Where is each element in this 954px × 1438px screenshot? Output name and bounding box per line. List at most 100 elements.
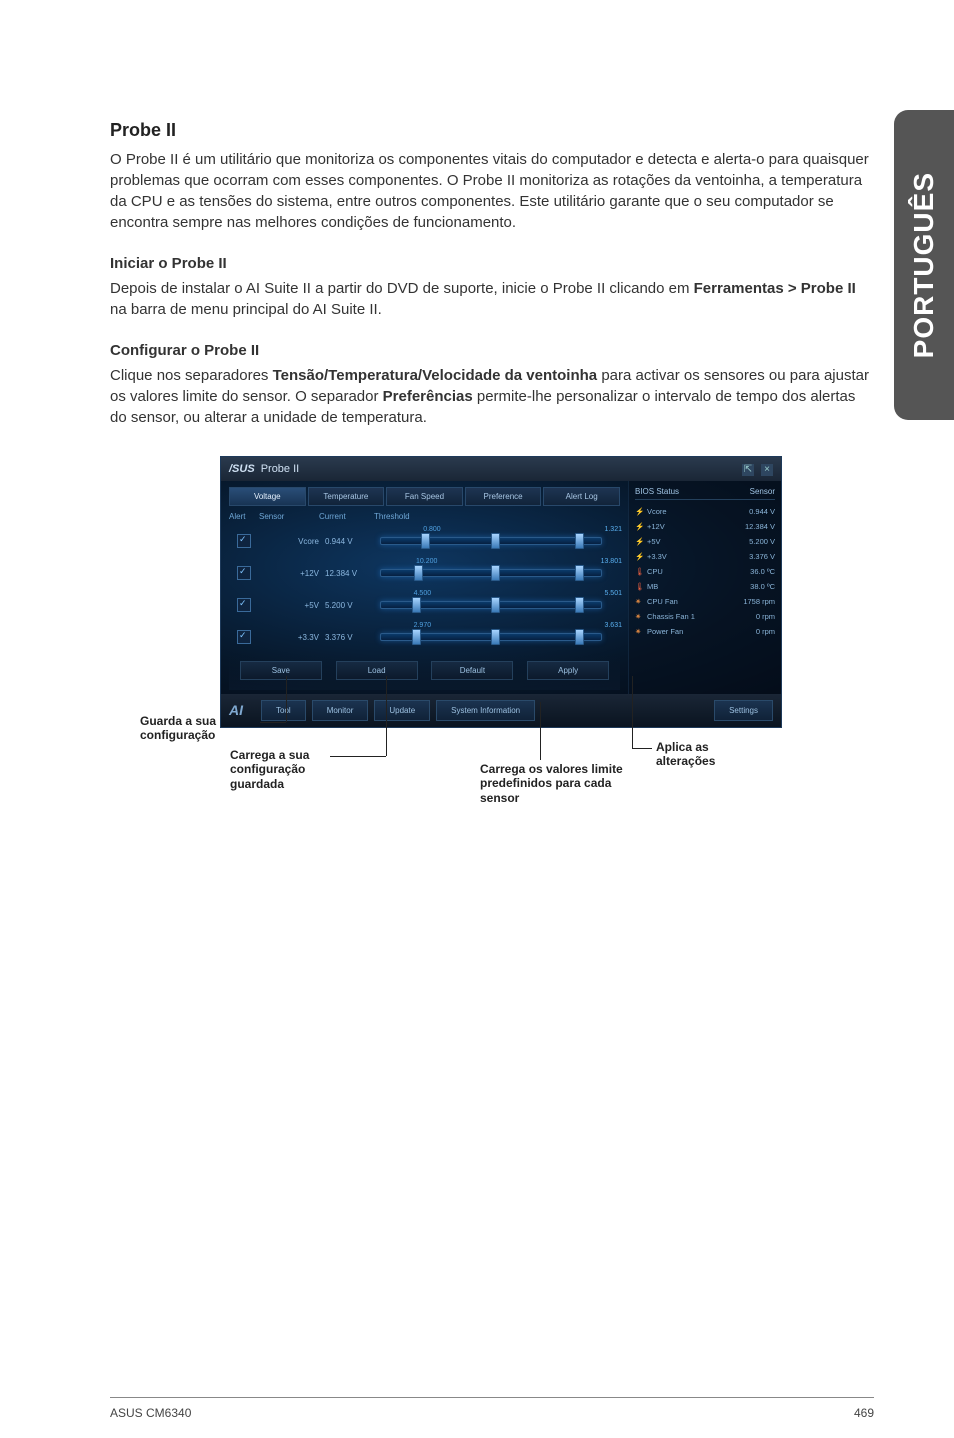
titlebar: /SUS Probe II ⇱ × [221,457,781,481]
tab-temperature[interactable]: Temperature [308,487,385,506]
status-row: ✷Power Fan 0 rpm [635,624,775,639]
status-icon: ✷ [635,597,644,606]
status-name: CPU [647,567,663,576]
status-row: ✷Chassis Fan 1 0 rpm [635,609,775,624]
sensor-value: 5.200 V [325,601,380,610]
tab-preference[interactable]: Preference [465,487,542,506]
sensor-name: Vcore [259,537,325,546]
tabs-name: Tensão/Temperatura/Velocidade da ventoin… [273,367,598,384]
language-label: PORTUGUÊS [908,172,940,358]
footer-sysinfo[interactable]: System Information [436,700,535,721]
footer-monitor[interactable]: Monitor [312,700,369,721]
col-sensor: Sensor [259,512,319,521]
screenshot: /SUS Probe II ⇱ × Voltage Temperature Fa… [220,456,780,864]
window-controls: ⇱ × [738,463,773,476]
tab-pref: Preferências [383,388,473,405]
threshold-slider[interactable]: 2.9703.631 [380,633,620,641]
status-value: 5.200 V [749,537,775,546]
footer-page: 469 [854,1406,874,1420]
col-threshold: Threshold [374,512,620,521]
status-icon: ⚡ [635,507,644,516]
status-icon: ⚡ [635,552,644,561]
col-alert: Alert [229,512,259,521]
status-row: ⚡+3.3V 3.376 V [635,549,775,564]
sensor-row: Vcore0.944 V0.8001.321 [229,525,620,557]
status-panel: BIOS Status Sensor ⚡Vcore0.944 V⚡+12V12.… [628,481,781,694]
status-value: 3.376 V [749,552,775,561]
status-value: 0 rpm [756,627,775,636]
brand-logo: /SUS [229,463,255,475]
sensor-row: +12V12.384 V10.20013.801 [229,557,620,589]
status-name: +5V [647,537,661,546]
status-icon: ⚡ [635,522,644,531]
status-name: +12V [647,522,665,531]
status-name: Vcore [647,507,667,516]
callouts: Guarda a sua configuração Carrega a sua … [220,734,780,864]
status-name: +3.3V [647,552,667,561]
subhead-config: Configurar o Probe II [110,342,874,359]
footer-update[interactable]: Update [374,700,430,721]
action-buttons-row: Save Load Default Apply [229,653,620,690]
status-value: 0.944 V [749,507,775,516]
threshold-slider[interactable]: 10.20013.801 [380,569,620,577]
col-current: Current [319,512,374,521]
threshold-slider[interactable]: 0.8001.321 [380,537,620,545]
status-icon: 🌡 [635,582,644,591]
text: Depois de instalar o AI Suite II a parti… [110,280,694,297]
alert-checkbox[interactable] [229,566,259,580]
probe-window: /SUS Probe II ⇱ × Voltage Temperature Fa… [220,456,782,728]
status-value: 38.0 ºC [750,582,775,591]
tab-alert-log[interactable]: Alert Log [543,487,620,506]
threshold-slider[interactable]: 4.5005.501 [380,601,620,609]
sensor-row: +3.3V3.376 V2.9703.631 [229,621,620,653]
status-name: Power Fan [647,627,683,636]
status-name: Chassis Fan 1 [647,612,695,621]
sensor-name: +12V [259,569,325,578]
grid-header: Alert Sensor Current Threshold [229,510,620,525]
apply-button[interactable]: Apply [527,661,609,680]
status-row: ✷CPU Fan 1758 rpm [635,594,775,609]
default-button[interactable]: Default [431,661,513,680]
footer-tool[interactable]: Tool [261,700,306,721]
sensor-name: +5V [259,601,325,610]
status-row: 🌡MB 38.0 ºC [635,579,775,594]
status-row: ⚡Vcore 0.944 V [635,504,775,519]
alert-checkbox[interactable] [229,598,259,612]
status-icon: ✷ [635,612,644,621]
menu-path: Ferramentas > Probe II [694,280,856,297]
status-value: 1758 rpm [743,597,775,606]
tab-bar: Voltage Temperature Fan Speed Preference… [229,487,620,506]
body-config: Clique nos separadores Tensão/Temperatur… [110,365,874,428]
sensor-value: 3.376 V [325,633,380,642]
text: Clique nos separadores [110,367,273,384]
status-value: 0 rpm [756,612,775,621]
pin-icon[interactable]: ⇱ [742,464,754,476]
status-row: ⚡+12V 12.384 V [635,519,775,534]
close-icon[interactable]: × [761,464,773,476]
status-icon: ⚡ [635,537,644,546]
callout-load: Carrega a sua configuração guardada [230,748,340,791]
callout-save: Guarda a sua configuração [140,714,255,743]
status-name: CPU Fan [647,597,678,606]
sensor-row: +5V5.200 V4.5005.501 [229,589,620,621]
tab-fan-speed[interactable]: Fan Speed [386,487,463,506]
body-start: Depois de instalar o AI Suite II a parti… [110,278,874,320]
language-tab: PORTUGUÊS [894,110,954,420]
footer-model: ASUS CM6340 [110,1406,191,1420]
alert-checkbox[interactable] [229,534,259,548]
footer-settings[interactable]: Settings [714,700,773,721]
footer-rule [110,1397,874,1398]
section-body-probe: O Probe II é um utilitário que monitoriz… [110,149,874,233]
tab-voltage[interactable]: Voltage [229,487,306,506]
status-name: MB [647,582,658,591]
status-icon: 🌡 [635,567,644,576]
alert-checkbox[interactable] [229,630,259,644]
save-button[interactable]: Save [240,661,322,680]
status-value: 36.0 ºC [750,567,775,576]
status-value: 12.384 V [745,522,775,531]
status-row: ⚡+5V 5.200 V [635,534,775,549]
load-button[interactable]: Load [336,661,418,680]
callout-apply: Aplica as alterações [656,740,766,769]
section-title-probe: Probe II [110,120,874,141]
status-icon: ✷ [635,627,644,636]
